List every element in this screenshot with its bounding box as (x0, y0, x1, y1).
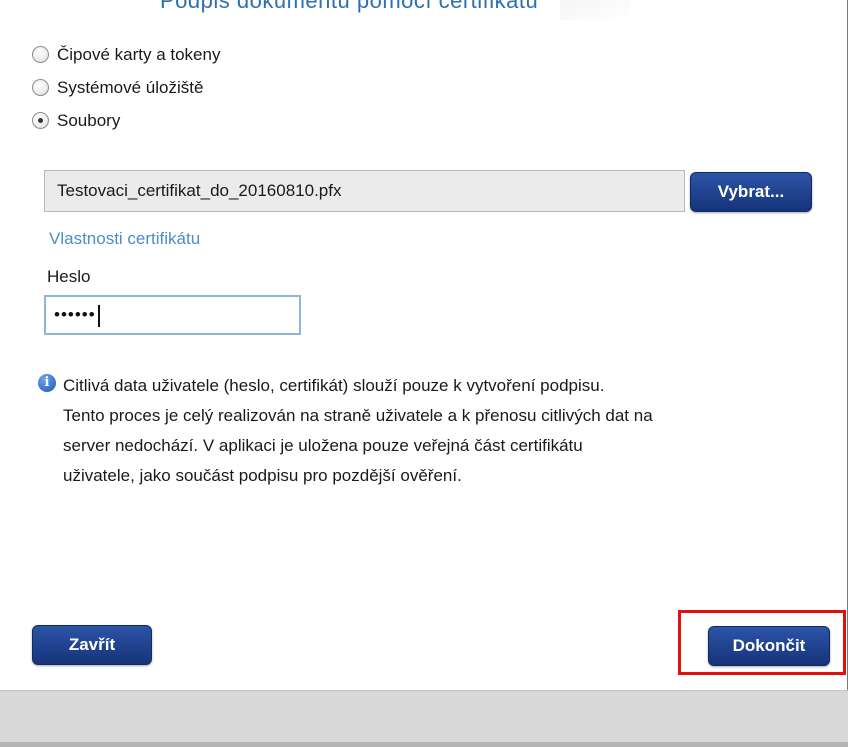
certificate-file-field[interactable]: Testovaci_certifikat_do_20160810.pfx (44, 170, 685, 212)
info-line: uživatele, jako součást podpisu pro pozd… (63, 466, 462, 485)
option-system-store[interactable]: Systémové úložiště (32, 71, 220, 104)
background-shadow (560, 0, 630, 20)
text-caret (97, 304, 100, 327)
dialog-footer-bar (0, 690, 848, 747)
option-label: Systémové úložiště (57, 77, 204, 97)
option-smart-cards[interactable]: Čipové karty a tokeny (32, 38, 220, 71)
close-button[interactable]: Zavřít (32, 625, 152, 665)
radio-smart-cards[interactable] (32, 46, 49, 63)
finish-button-highlight (678, 610, 846, 675)
option-files[interactable]: Soubory (32, 104, 220, 137)
info-message: i Citlivá data uživatele (heslo, certifi… (38, 371, 838, 491)
choose-file-button[interactable]: Vybrat... (690, 172, 812, 212)
password-label: Heslo (47, 267, 91, 286)
certificate-properties-link[interactable]: Vlastnosti certifikátu (49, 229, 200, 249)
password-field[interactable]: •••••• (44, 295, 301, 335)
radio-system-store[interactable] (32, 79, 49, 96)
dialog-title: Podpis dokumentu pomocí certifikátu (160, 0, 539, 13)
info-line: server nedochází. V aplikaci je uložena … (63, 436, 583, 455)
radio-files[interactable] (32, 112, 49, 129)
password-mask: •••••• (54, 305, 96, 324)
info-line: Citlivá data uživatele (heslo, certifiká… (63, 376, 605, 395)
certificate-source-group: Čipové karty a tokeny Systémové úložiště… (32, 38, 220, 137)
option-label: Čipové karty a tokeny (57, 44, 221, 64)
info-text: Citlivá data uživatele (heslo, certifiká… (63, 371, 838, 491)
option-label: Soubory (57, 110, 121, 130)
info-icon: i (38, 374, 56, 392)
certificate-sign-dialog: Podpis dokumentu pomocí certifikátu Čipo… (0, 0, 848, 747)
info-line: Tento proces je celý realizován na stran… (63, 406, 653, 425)
footer-bottom-line (0, 742, 848, 747)
